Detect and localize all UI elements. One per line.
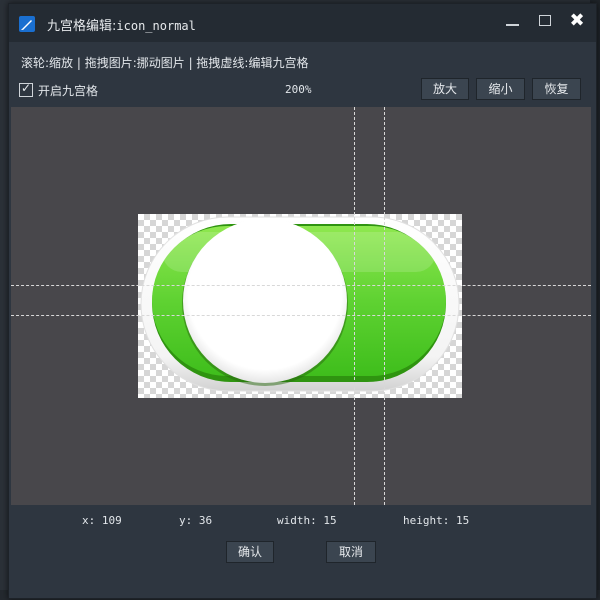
info-y: y: 36: [179, 514, 212, 527]
close-icon: ✖: [569, 10, 585, 31]
window-title-prefix: 九宫格编辑:: [47, 19, 117, 34]
minimize-icon: [506, 24, 519, 26]
window-title: 九宫格编辑:icon_normal: [47, 15, 196, 34]
confirm-button[interactable]: 确认: [226, 541, 274, 563]
maximize-icon: [539, 15, 551, 26]
usage-hint: 滚轮:缩放 | 拖拽图片:挪动图片 | 拖拽虚线:编辑九宫格: [21, 56, 309, 70]
info-height-label: height:: [403, 514, 450, 527]
info-x-label: x:: [82, 514, 96, 527]
app-icon: [19, 16, 35, 32]
info-width-label: width:: [277, 514, 317, 527]
zoom-in-button[interactable]: 放大: [421, 78, 469, 100]
maximize-button[interactable]: [533, 10, 557, 32]
guide-line-horizontal-top[interactable]: [11, 285, 591, 286]
close-button[interactable]: ✖: [565, 10, 589, 32]
toggle-switch-image: [140, 216, 460, 392]
cancel-button[interactable]: 取消: [326, 541, 376, 563]
preview-canvas[interactable]: [11, 107, 591, 505]
zoom-out-button[interactable]: 缩小: [476, 78, 525, 100]
info-x: x: 109: [82, 514, 122, 527]
nine-grid-checkbox-label: 开启九宫格: [38, 84, 99, 98]
info-y-value: 36: [198, 514, 213, 527]
info-x-value: 109: [101, 514, 122, 527]
title-bar[interactable]: 九宫格编辑:icon_normal ✖: [9, 4, 596, 42]
reset-button[interactable]: 恢复: [532, 78, 581, 100]
window-title-name: icon_normal: [116, 19, 196, 33]
info-y-label: y:: [179, 514, 193, 527]
guide-line-vertical-right[interactable]: [384, 107, 385, 505]
info-width-value: 15: [323, 514, 337, 527]
preview-image[interactable]: [138, 214, 462, 398]
info-height: height: 15: [403, 514, 469, 527]
guide-line-horizontal-bottom[interactable]: [11, 315, 591, 316]
zoom-level: 200%: [285, 83, 312, 96]
info-width: width: 15: [277, 514, 337, 527]
nine-grid-checkbox[interactable]: ✓: [19, 81, 33, 97]
checkmark-icon: ✓: [21, 81, 32, 95]
minimize-button[interactable]: [501, 10, 525, 32]
guide-line-vertical-left[interactable]: [354, 107, 355, 505]
nine-grid-editor-dialog: 九宫格编辑:icon_normal ✖ 滚轮:缩放 | 拖拽图片:挪动图片 | …: [8, 3, 597, 599]
info-height-value: 15: [455, 514, 470, 527]
